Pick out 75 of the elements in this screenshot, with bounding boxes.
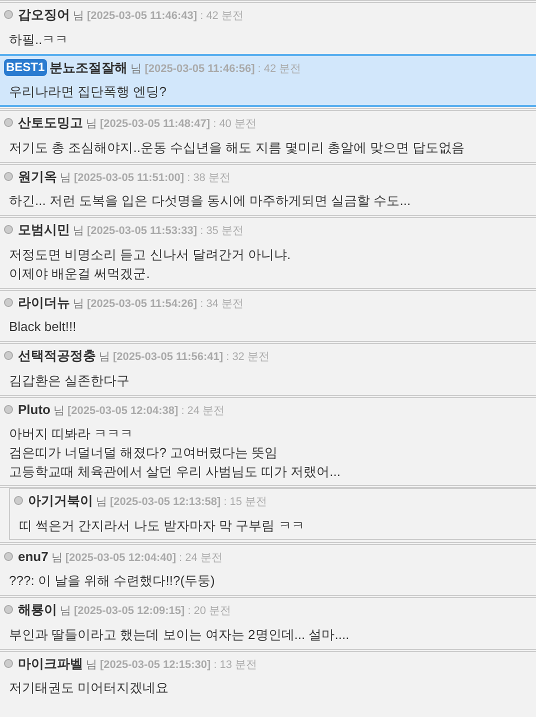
time-ago: : 24 분전 <box>181 404 225 418</box>
comment-date: [2025-03-05 12:15:30] <box>100 658 211 672</box>
comment-text: 검은띠가 너덜너덜 해졌다? 고여버렸다는 뜻임 <box>9 444 279 462</box>
bullet-icon <box>4 118 13 128</box>
comment-date: [2025-03-05 11:46:56] <box>144 62 255 76</box>
comment-text: 부인과 딸들이라고 했는데 보이는 여자는 2명인데... 설마.... <box>9 626 350 644</box>
comment-text: ???: 이 날을 위해 수련했다!!?(두둥) <box>9 572 216 590</box>
author-suffix: 님 <box>54 404 64 418</box>
bullet-icon <box>4 10 13 20</box>
time-ago: : 35 분전 <box>200 224 244 239</box>
comment-date: [2025-03-05 12:04:38] <box>68 404 178 418</box>
author-name[interactable]: 산토도밍고 <box>18 113 83 132</box>
comment-date: [2025-03-05 11:56:41] <box>113 350 224 365</box>
comment-text: 하필..ㅋㅋ <box>9 30 70 48</box>
comment-date: [2025-03-05 11:46:43] <box>87 9 198 24</box>
author-suffix: 님 <box>86 658 97 672</box>
time-ago: : 42 분전 <box>258 62 302 76</box>
author-name[interactable]: 해룡이 <box>18 600 57 620</box>
author-suffix: 님 <box>51 550 62 566</box>
time-ago: : 32 분전 <box>226 350 270 365</box>
author-suffix: 님 <box>73 296 84 312</box>
comment-text: Black belt!!! <box>9 318 78 336</box>
bullet-icon <box>4 298 13 307</box>
time-ago: : 24 분전 <box>179 550 222 566</box>
author-suffix: 님 <box>73 224 84 239</box>
comment-text: 우리나라면 집단폭행 엔딩? <box>9 83 168 101</box>
time-ago: : 34 분전 <box>200 296 244 312</box>
time-ago: : 40 분전 <box>213 117 256 132</box>
comment-date: [2025-03-05 12:04:40] <box>65 550 176 566</box>
best-badge: BEST1 <box>4 58 47 76</box>
bullet-icon <box>4 658 13 668</box>
bullet-icon <box>4 605 13 614</box>
comment-text: 고등학교때 체육관에서 살던 우리 사범님도 띠가 저랬어... <box>9 463 342 481</box>
author-name[interactable]: 라이더뉴 <box>18 292 70 312</box>
author-suffix: 님 <box>86 117 97 132</box>
comment-text: 저기도 총 조심해야지..운동 수십년을 해도 지름 몇미리 총알에 맞으면 답도없음 <box>9 138 466 156</box>
bullet-icon <box>4 225 13 234</box>
bullet-icon <box>4 404 13 414</box>
author-suffix: 님 <box>130 62 142 76</box>
time-ago: : 38 분전 <box>187 170 230 186</box>
bullet-icon <box>4 552 13 561</box>
author-name[interactable]: 선택적공정충 <box>18 346 96 366</box>
comment-text: 저기태권도 미어터지겠네요 <box>9 679 170 697</box>
author-suffix: 님 <box>60 170 71 186</box>
author-suffix: 님 <box>73 9 84 24</box>
author-suffix: 님 <box>60 604 71 619</box>
author-name[interactable]: Pluto <box>18 400 50 419</box>
comment-date: [2025-03-05 11:53:33] <box>87 224 198 239</box>
author-name[interactable]: enu7 <box>18 546 48 566</box>
comment-text: 저정도면 비명소리 듣고 신나서 달려간거 아니냐. <box>9 246 292 264</box>
bullet-icon <box>4 351 13 360</box>
author-name[interactable]: 갑오징어 <box>18 5 70 24</box>
comment-text: 띠 썩은거 간지라서 나도 받자마자 막 구부림 ㅋㅋ <box>19 516 306 534</box>
author-suffix: 님 <box>96 495 107 510</box>
bullet-icon <box>4 172 13 181</box>
comment-date: [2025-03-05 11:51:00] <box>74 170 184 186</box>
comment-date: [2025-03-05 12:09:15] <box>74 604 185 619</box>
time-ago: : 13 분전 <box>214 658 258 672</box>
time-ago: : 42 분전 <box>200 9 244 24</box>
comment-text: 김갑환은 실존한다구 <box>9 372 131 390</box>
time-ago: : 20 분전 <box>188 604 232 619</box>
author-name[interactable]: 아기거북이 <box>28 491 93 510</box>
comment-date: [2025-03-05 12:13:58] <box>110 495 221 510</box>
bullet-icon <box>14 496 23 506</box>
comment-date: [2025-03-05 11:48:47] <box>100 117 210 132</box>
comment-text: 이제야 배운걸 써먹겠군. <box>9 264 151 282</box>
author-name[interactable]: 분뇨조절잘해 <box>50 58 128 77</box>
comment-text: 아버지 띠봐라 ㅋㅋㅋ <box>9 425 134 443</box>
author-name[interactable]: 모범시민 <box>18 220 70 240</box>
author-suffix: 님 <box>99 350 110 365</box>
author-name[interactable]: 원기옥 <box>18 166 57 186</box>
time-ago: : 15 분전 <box>224 495 268 510</box>
author-name[interactable]: 마이크파벨 <box>18 654 83 673</box>
comment-text: 하긴... 저런 도복을 입은 다섯명을 동시에 마주하게되면 실금할 수도... <box>9 192 412 210</box>
comment-date: [2025-03-05 11:54:26] <box>87 296 198 312</box>
